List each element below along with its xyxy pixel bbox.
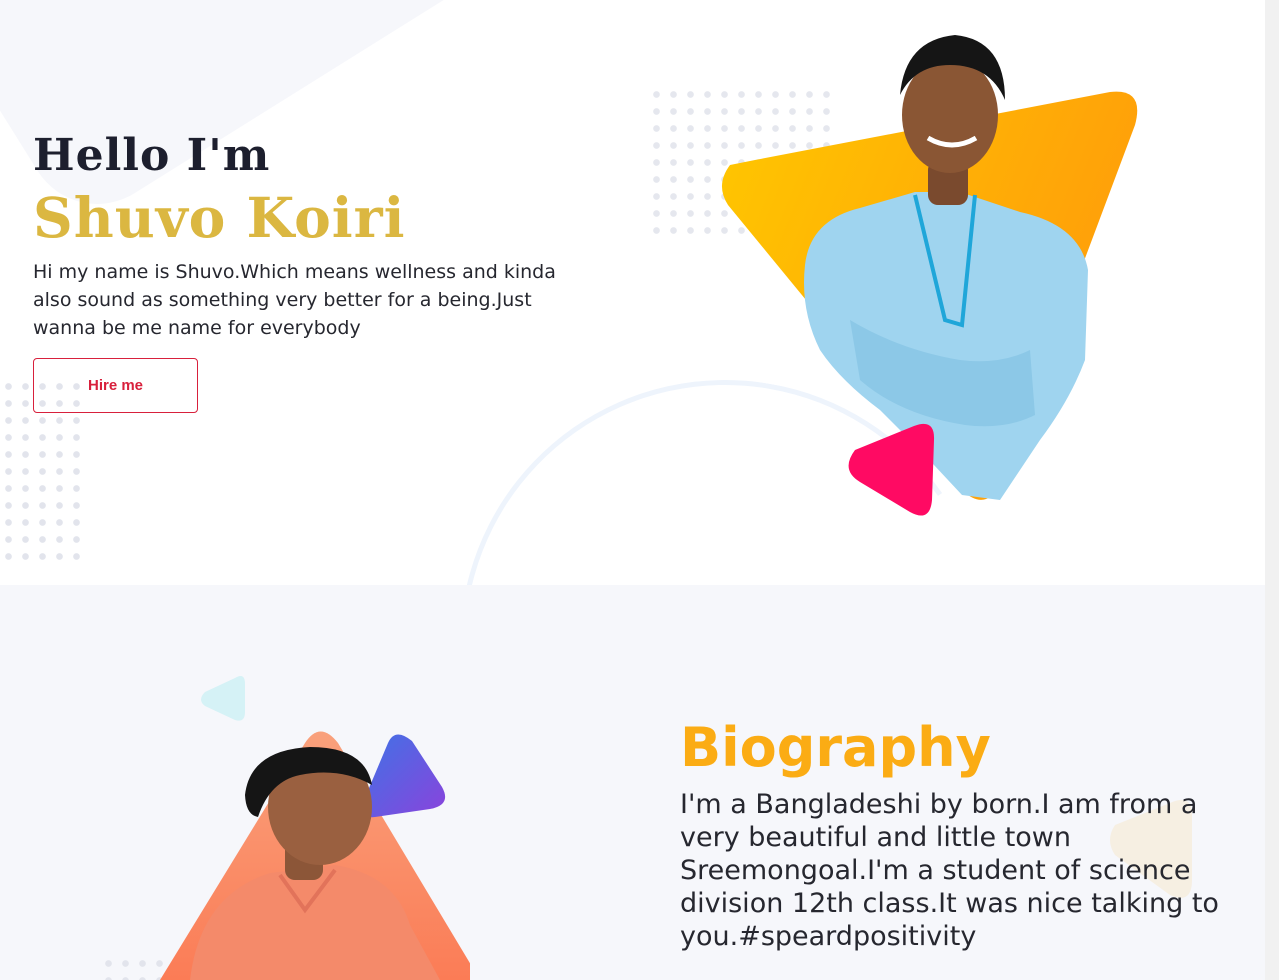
biography-portrait: [160, 731, 470, 980]
hero-portrait: [721, 35, 1138, 516]
hero-description: Hi my name is Shuvo.Which means wellness…: [33, 261, 556, 339]
pink-triangle-shape: [848, 423, 935, 516]
cyan-triangle-shape: [201, 676, 245, 721]
blue-triangle-shape: [363, 734, 446, 818]
biography-text: I'm a Bangladeshi by born.I am from a ve…: [680, 789, 1219, 952]
biography-title: Biography: [680, 716, 991, 779]
hire-me-button[interactable]: Hire me: [33, 358, 198, 413]
hero-greeting: Hello I'm: [33, 130, 271, 181]
hero-section: Hello I'm Shuvo Koiri Hi my name is Shuv…: [0, 0, 1265, 585]
hero-name: Shuvo Koiri: [33, 185, 406, 250]
page-scrollbar[interactable]: [1265, 0, 1279, 980]
